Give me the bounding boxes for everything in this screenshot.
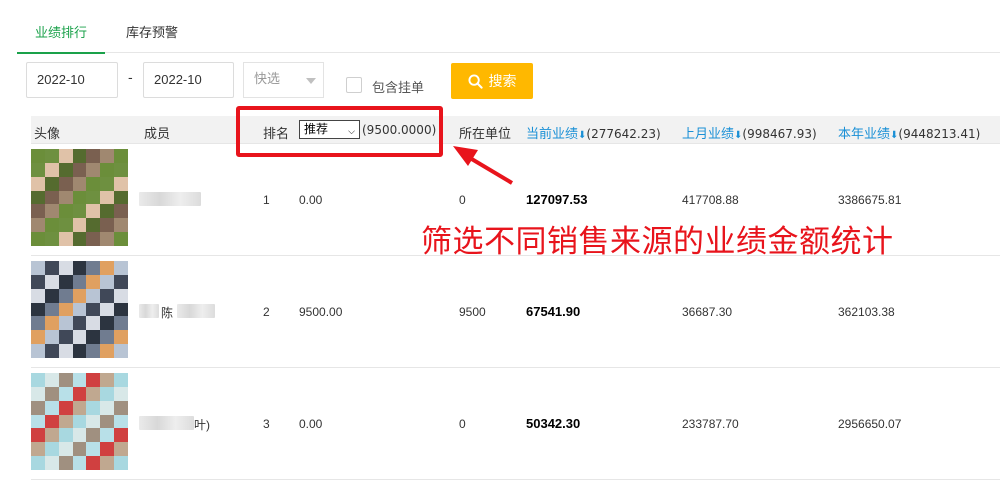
- member-name: 陈: [161, 306, 174, 320]
- header-year-total: (9448213.41): [898, 127, 981, 141]
- chevron-down-icon: ⌵: [348, 127, 355, 137]
- include-pending-label: 包含挂单: [372, 81, 425, 96]
- filter-bar: 2022-10 - 2022-10 快选 包含挂单 搜索: [0, 62, 1000, 100]
- unit-value: 0: [459, 417, 466, 431]
- member-name: 叶): [194, 418, 210, 432]
- annotation-text: 筛选不同销售来源的业绩金额统计: [421, 224, 894, 260]
- avatar: [31, 261, 128, 358]
- current-performance: 127097.53: [526, 192, 588, 207]
- search-button[interactable]: 搜索: [451, 63, 533, 99]
- rank-number: 2: [263, 305, 270, 319]
- sales-source-selected: 推荐: [304, 122, 329, 136]
- header-rank[interactable]: 排名: [263, 123, 289, 142]
- unit-value: 9500: [459, 305, 486, 319]
- unit-value: 0: [459, 193, 466, 207]
- quick-select-placeholder: 快选: [254, 72, 281, 87]
- year-performance: 362103.38: [838, 305, 895, 319]
- date-from-input[interactable]: 2022-10: [26, 62, 118, 98]
- header-year-performance[interactable]: 本年业绩⬇(9448213.41): [838, 123, 980, 142]
- last-month-performance: 233787.70: [682, 417, 739, 431]
- tab-performance-ranking[interactable]: 业绩排行: [17, 22, 105, 54]
- rank-number: 3: [263, 417, 270, 431]
- avatar: [31, 373, 128, 470]
- last-month-performance: 417708.88: [682, 193, 739, 207]
- avatar: [31, 149, 128, 246]
- search-button-label: 搜索: [488, 73, 517, 89]
- date-to-input[interactable]: 2022-10: [143, 62, 234, 98]
- year-performance: 2956650.07: [838, 417, 902, 431]
- header-current-total: (277642.23): [586, 127, 661, 141]
- last-month-performance: 36687.30: [682, 305, 733, 319]
- sales-source-total: (9500.0000): [362, 123, 437, 137]
- header-avatar: 头像: [34, 127, 61, 142]
- quick-select-dropdown[interactable]: 快选: [243, 62, 324, 98]
- header-current-performance-label: 当前业绩: [526, 127, 579, 142]
- header-current-performance[interactable]: 当前业绩⬇(277642.23): [526, 123, 661, 142]
- include-pending-checkbox[interactable]: [346, 77, 362, 93]
- source-amount: 9500.00: [299, 305, 343, 319]
- header-last-month-performance[interactable]: 上月业绩⬇(998467.93): [682, 123, 817, 142]
- source-amount: 0.00: [299, 193, 323, 207]
- caret-down-icon: [306, 78, 316, 84]
- header-unit: 所在单位: [459, 127, 512, 142]
- table-header: 头像 成员 排名 推荐 ⌵ (9500.0000) 所在单位 当前业绩⬇(277…: [31, 116, 1000, 144]
- year-performance: 3386675.81: [838, 193, 902, 207]
- tab-bar: 业绩排行 库存预警: [17, 0, 1000, 54]
- date-separator: -: [128, 71, 133, 86]
- current-performance: 67541.90: [526, 304, 581, 319]
- member-name-redacted: [177, 304, 215, 318]
- member-name-redacted: [139, 416, 194, 430]
- table-row[interactable]: 陈 2 9500.00 9500 67541.90 36687.30 36210…: [31, 256, 1000, 368]
- sales-source-select[interactable]: 推荐 ⌵: [299, 120, 360, 139]
- member-name-redacted: [139, 304, 159, 318]
- source-amount: 0.00: [299, 417, 323, 431]
- member-name-redacted: [139, 192, 201, 206]
- table-row[interactable]: 叶) 3 0.00 0 50342.30 233787.70 2956650.0…: [31, 368, 1000, 480]
- tab-inventory-alert[interactable]: 库存预警: [123, 22, 181, 53]
- search-icon: [467, 73, 483, 89]
- header-last-month-performance-label: 上月业绩: [682, 127, 735, 142]
- header-member: 成员: [144, 127, 171, 142]
- rank-number: 1: [263, 193, 270, 207]
- header-year-performance-label: 本年业绩: [838, 127, 891, 142]
- header-last-month-total: (998467.93): [742, 127, 817, 141]
- current-performance: 50342.30: [526, 416, 581, 431]
